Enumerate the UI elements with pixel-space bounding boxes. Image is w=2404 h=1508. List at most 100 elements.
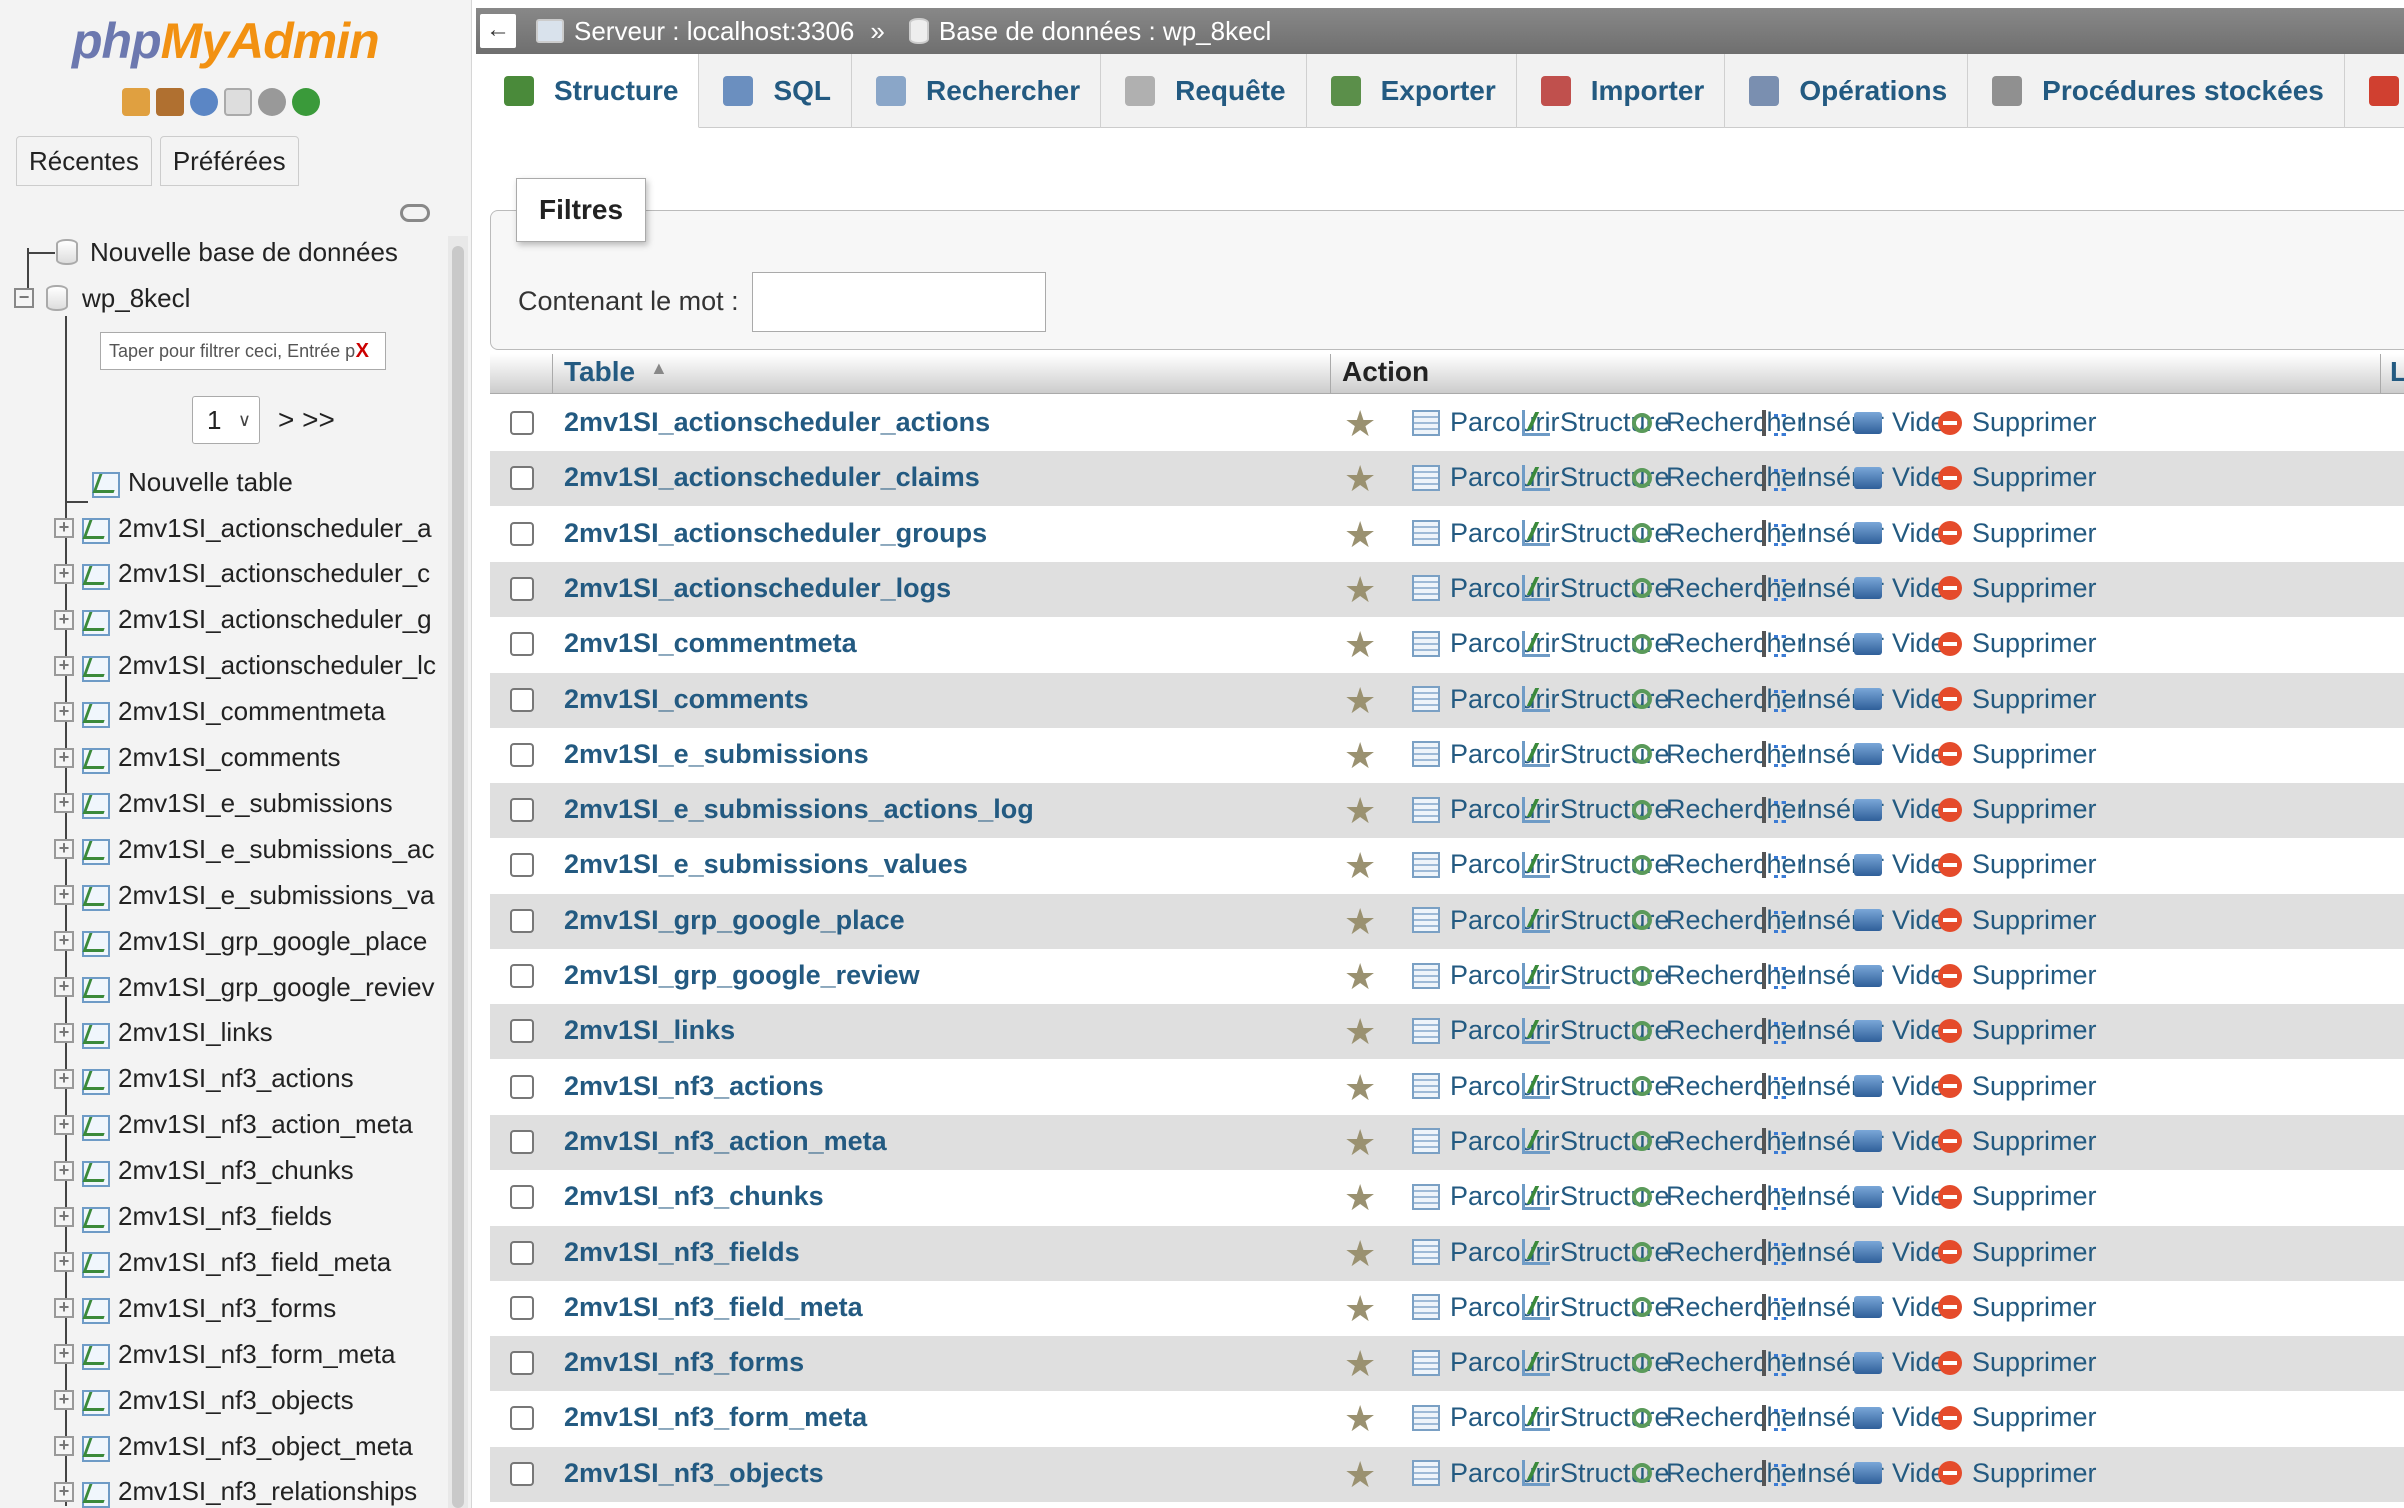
drop-action[interactable]: Supprimer bbox=[1938, 1292, 2097, 1323]
expand-icon[interactable]: + bbox=[54, 1160, 74, 1181]
table-name-link[interactable]: 2mv1SI_nf3_field_meta bbox=[564, 1292, 863, 1323]
table-icon[interactable] bbox=[80, 1019, 110, 1049]
table-name-link[interactable]: 2mv1SI_commentmeta bbox=[564, 628, 857, 659]
expand-icon[interactable]: + bbox=[54, 885, 74, 906]
sidebar-table-item[interactable]: +2mv1SI_actionscheduler_a bbox=[54, 508, 446, 548]
logout-icon[interactable] bbox=[156, 88, 184, 116]
drop-action[interactable]: Supprimer bbox=[1938, 905, 2097, 936]
reload-icon[interactable] bbox=[292, 88, 320, 116]
table-name-link[interactable]: 2mv1SI_nf3_form_meta bbox=[564, 1402, 867, 1433]
help-icon[interactable] bbox=[190, 88, 218, 116]
home-icon[interactable] bbox=[122, 88, 150, 116]
expand-icon[interactable]: + bbox=[54, 609, 74, 630]
favorite-star-icon[interactable]: ★ bbox=[1344, 406, 1376, 442]
table-filter-input[interactable]: Taper pour filtrer ceci, Entrée p X bbox=[100, 332, 386, 370]
link-with-main-panel-icon[interactable] bbox=[400, 204, 430, 222]
table-icon[interactable] bbox=[80, 1432, 110, 1462]
row-checkbox[interactable] bbox=[510, 1351, 534, 1376]
row-checkbox[interactable] bbox=[510, 853, 534, 878]
favorite-star-icon[interactable]: ★ bbox=[1344, 1290, 1376, 1327]
tab-search[interactable]: Rechercher bbox=[852, 54, 1102, 128]
favorite-tables-tab[interactable]: Préférées bbox=[159, 136, 299, 186]
table-icon[interactable] bbox=[80, 881, 110, 912]
sidebar-table-item[interactable]: +2mv1SI_nf3_action_meta bbox=[54, 1105, 446, 1145]
drop-action[interactable]: Supprimer bbox=[1938, 407, 2097, 438]
drop-action[interactable]: Supprimer bbox=[1938, 518, 2097, 549]
drop-action[interactable]: Supprimer bbox=[1938, 1458, 2097, 1489]
filter-word-input[interactable] bbox=[752, 272, 1046, 332]
recent-tables-tab[interactable]: Récentes bbox=[16, 136, 152, 186]
table-name-link[interactable]: 2mv1SI_actionscheduler_claims bbox=[564, 462, 980, 493]
row-checkbox[interactable] bbox=[510, 1406, 534, 1431]
table-icon[interactable] bbox=[80, 514, 110, 544]
row-checkbox[interactable] bbox=[510, 1295, 534, 1320]
tab-structure[interactable]: Structure bbox=[480, 54, 700, 128]
breadcrumb-server[interactable]: Serveur : localhost:3306 bbox=[574, 16, 854, 47]
drop-action[interactable]: Supprimer bbox=[1938, 739, 2097, 770]
table-name-link[interactable]: 2mv1SI_grp_google_review bbox=[564, 960, 920, 991]
settings-gear-icon[interactable] bbox=[258, 88, 286, 116]
sidebar-table-item[interactable]: +2mv1SI_e_submissions_va bbox=[54, 875, 446, 915]
navigation-scrollbar[interactable] bbox=[448, 236, 468, 1508]
row-checkbox[interactable] bbox=[510, 1019, 534, 1044]
table-icon[interactable] bbox=[80, 560, 110, 590]
drop-action[interactable]: Supprimer bbox=[1938, 1347, 2097, 1378]
favorite-star-icon[interactable]: ★ bbox=[1344, 627, 1376, 663]
sidebar-table-item[interactable]: +2mv1SI_comments bbox=[54, 738, 446, 778]
collapse-navigation-button[interactable]: ← bbox=[480, 14, 516, 48]
table-icon[interactable] bbox=[80, 1065, 110, 1095]
sidebar-table-item[interactable]: +2mv1SI_actionscheduler_c bbox=[54, 554, 446, 594]
favorite-star-icon[interactable]: ★ bbox=[1344, 1069, 1376, 1106]
expand-icon[interactable]: + bbox=[54, 563, 74, 584]
expand-icon[interactable]: + bbox=[54, 1481, 74, 1502]
table-icon[interactable] bbox=[80, 744, 110, 774]
tab-import[interactable]: Importer bbox=[1517, 54, 1726, 128]
drop-action[interactable]: Supprimer bbox=[1938, 1237, 2097, 1268]
sidebar-table-item[interactable]: +2mv1SI_nf3_fields bbox=[54, 1197, 446, 1237]
table-icon[interactable] bbox=[80, 1248, 110, 1279]
expand-icon[interactable]: + bbox=[54, 1068, 74, 1089]
row-checkbox[interactable] bbox=[510, 1185, 534, 1210]
tab-routines[interactable]: Procédures stockées bbox=[1968, 54, 2345, 128]
column-header-rows[interactable]: L bbox=[2390, 356, 2404, 388]
drop-action[interactable]: Supprimer bbox=[1938, 849, 2097, 880]
table-name-link[interactable]: 2mv1SI_links bbox=[564, 1015, 735, 1046]
table-icon[interactable] bbox=[80, 835, 110, 866]
favorite-star-icon[interactable]: ★ bbox=[1344, 1180, 1376, 1216]
row-checkbox[interactable] bbox=[510, 798, 534, 823]
drop-action[interactable]: Supprimer bbox=[1938, 1071, 2097, 1102]
drop-action[interactable]: Supprimer bbox=[1938, 684, 2097, 715]
sidebar-table-item[interactable]: +2mv1SI_nf3_chunks bbox=[54, 1151, 446, 1191]
page-select[interactable]: 1 ∨ bbox=[192, 396, 260, 444]
drop-action[interactable]: Supprimer bbox=[1938, 1126, 2097, 1157]
drop-action[interactable]: Supprimer bbox=[1938, 573, 2097, 604]
favorite-star-icon[interactable]: ★ bbox=[1344, 903, 1376, 940]
sidebar-table-item[interactable]: +2mv1SI_nf3_object_meta bbox=[54, 1426, 446, 1466]
drop-action[interactable]: Supprimer bbox=[1938, 462, 2097, 493]
sidebar-table-item[interactable]: +2mv1SI_nf3_form_meta bbox=[54, 1334, 446, 1374]
row-checkbox[interactable] bbox=[510, 687, 534, 712]
favorite-star-icon[interactable]: ★ bbox=[1344, 1401, 1376, 1437]
table-name-link[interactable]: 2mv1SI_nf3_objects bbox=[564, 1458, 824, 1489]
sidebar-table-item[interactable]: +2mv1SI_nf3_objects bbox=[54, 1380, 446, 1420]
table-icon[interactable] bbox=[80, 1386, 110, 1417]
sidebar-table-item[interactable]: +2mv1SI_commentmeta bbox=[54, 692, 446, 732]
drop-action[interactable]: Supprimer bbox=[1938, 794, 2097, 825]
tab-clock[interactable]: Évé bbox=[2345, 54, 2404, 128]
sidebar-table-item[interactable]: +2mv1SI_nf3_field_meta bbox=[54, 1242, 446, 1282]
table-name-link[interactable]: 2mv1SI_actionscheduler_actions bbox=[564, 407, 990, 438]
expand-icon[interactable]: + bbox=[54, 1390, 74, 1411]
table-name-link[interactable]: 2mv1SI_actionscheduler_groups bbox=[564, 518, 987, 549]
favorite-star-icon[interactable]: ★ bbox=[1344, 682, 1376, 719]
expand-icon[interactable]: + bbox=[54, 793, 74, 814]
table-name-link[interactable]: 2mv1SI_e_submissions_values bbox=[564, 849, 968, 880]
expand-icon[interactable]: + bbox=[54, 655, 74, 676]
new-table-item[interactable]: Nouvelle table bbox=[66, 462, 293, 503]
favorite-star-icon[interactable]: ★ bbox=[1344, 1346, 1376, 1382]
tab-sql[interactable]: SQL bbox=[699, 54, 853, 128]
expand-icon[interactable]: + bbox=[54, 701, 74, 722]
row-checkbox[interactable] bbox=[510, 1240, 534, 1265]
breadcrumb-database[interactable]: Base de données : wp_8kecl bbox=[939, 16, 1271, 47]
favorite-star-icon[interactable]: ★ bbox=[1344, 571, 1376, 608]
documentation-icon[interactable] bbox=[224, 88, 252, 116]
